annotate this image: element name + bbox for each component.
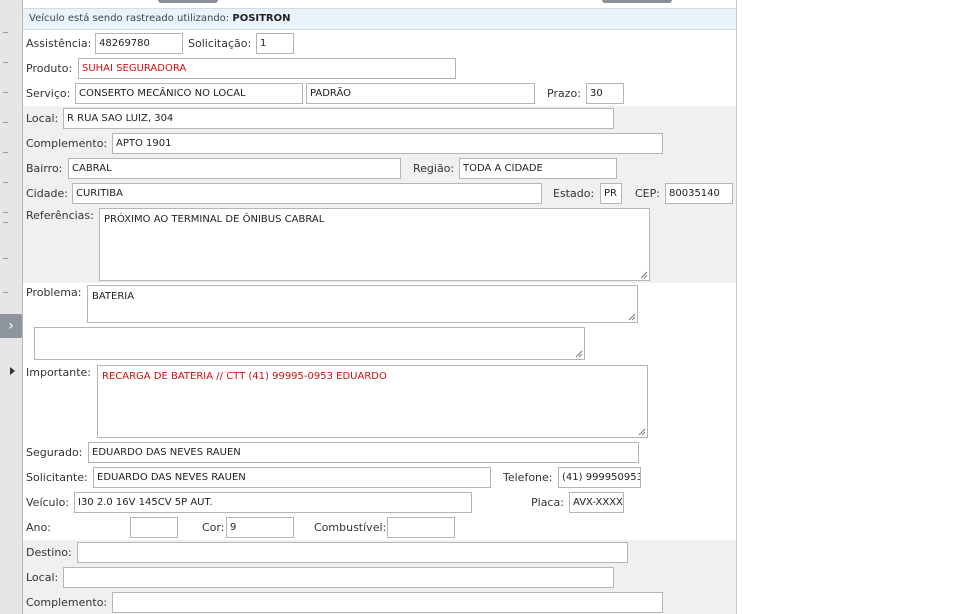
referencias-text: PRÓXIMO AO TERMINAL DE ÔNIBUS CABRAL xyxy=(104,214,325,225)
servico-label: Serviço: xyxy=(26,87,71,100)
servico-tipo-field[interactable]: PADRÃO xyxy=(306,83,535,104)
resize-grip-icon[interactable] xyxy=(638,428,646,436)
veiculo-field[interactable]: I30 2.0 16V 145CV 5P AUT. xyxy=(74,492,472,513)
solicitacao-field[interactable]: 1 xyxy=(256,33,294,54)
servico-field[interactable]: CONSERTO MECÂNICO NO LOCAL xyxy=(75,83,303,104)
referencias-label: Referências: xyxy=(26,209,94,222)
assistencia-field[interactable]: 48269780 xyxy=(95,33,183,54)
problema-extra-textarea[interactable] xyxy=(34,327,585,360)
estado-field[interactable]: PR xyxy=(600,183,622,204)
destino-local-label: Local: xyxy=(26,571,59,584)
segurado-field[interactable]: EDUARDO DAS NEVES RAUEN xyxy=(88,442,639,463)
importante-text: RECARGA DE BATERIA // CTT (41) 99995-095… xyxy=(102,371,387,382)
cep-field[interactable]: 80035140 xyxy=(665,183,733,204)
gutter-tick xyxy=(3,222,8,223)
prazo-label: Prazo: xyxy=(547,87,581,100)
cep-label: CEP: xyxy=(635,187,660,200)
produto-field[interactable]: SUHAI SEGURADORA xyxy=(78,58,456,79)
placa-field[interactable]: AVX-XXXX xyxy=(569,492,624,513)
cidade-field[interactable]: CURITIBA xyxy=(72,183,542,204)
segurado-label: Segurado: xyxy=(26,446,83,459)
referencias-textarea[interactable]: PRÓXIMO AO TERMINAL DE ÔNIBUS CABRAL xyxy=(99,208,650,281)
gutter-tick xyxy=(3,212,8,213)
top-button-stub-left[interactable] xyxy=(158,0,218,3)
gutter-tick xyxy=(3,292,8,293)
tracking-info-bar: Veículo está sendo rastreado utilizando:… xyxy=(23,8,736,30)
destino-label: Destino: xyxy=(26,546,72,559)
triangle-right-icon xyxy=(10,367,15,375)
regiao-field[interactable]: TODA A CIDADE xyxy=(459,158,617,179)
gutter-tick xyxy=(3,258,8,259)
gutter-tick xyxy=(3,122,8,123)
left-gutter xyxy=(0,0,23,614)
cidade-label: Cidade: xyxy=(26,187,68,200)
resize-grip-icon[interactable] xyxy=(640,271,648,279)
local-field[interactable]: R RUA SAO LUIZ, 304 xyxy=(63,108,614,129)
telefone-field[interactable]: (41) 999950953 xyxy=(558,467,641,488)
gutter-tick xyxy=(3,62,8,63)
solicitante-field[interactable]: EDUARDO DAS NEVES RAUEN xyxy=(93,467,491,488)
problema-label: Problema: xyxy=(26,286,82,299)
assistencia-label: Assistência: xyxy=(26,37,92,50)
complemento-field[interactable]: APTO 1901 xyxy=(112,133,663,154)
tracking-prefix: Veículo está sendo rastreado utilizando: xyxy=(29,13,230,24)
tracking-provider: POSITRON xyxy=(232,13,291,24)
expand-panel-button[interactable]: › xyxy=(0,314,22,338)
estado-label: Estado: xyxy=(553,187,595,200)
destino-local-field[interactable] xyxy=(63,567,614,588)
placa-label: Placa: xyxy=(531,496,564,509)
local-label: Local: xyxy=(26,112,59,125)
bairro-label: Bairro: xyxy=(26,162,63,175)
problema-text: BATERIA xyxy=(92,291,135,302)
importante-label: Importante: xyxy=(26,366,92,379)
ano-field[interactable] xyxy=(130,517,178,538)
gutter-tick xyxy=(3,92,8,93)
destino-field[interactable] xyxy=(77,542,628,563)
combustivel-field[interactable] xyxy=(387,517,455,538)
solicitante-label: Solicitante: xyxy=(26,471,88,484)
destino-complemento-label: Complemento: xyxy=(26,596,108,609)
problema-textarea[interactable]: BATERIA xyxy=(87,285,638,323)
produto-label: Produto: xyxy=(26,62,73,75)
top-button-stub-right[interactable] xyxy=(602,0,672,3)
prazo-field[interactable]: 30 xyxy=(586,83,624,104)
telefone-label: Telefone: xyxy=(503,471,553,484)
cor-field[interactable]: 9 xyxy=(226,517,294,538)
resize-grip-icon[interactable] xyxy=(628,313,636,321)
importante-textarea[interactable]: RECARGA DE BATERIA // CTT (41) 99995-095… xyxy=(97,365,648,438)
chevron-right-icon: › xyxy=(8,318,14,334)
gutter-tick xyxy=(3,32,8,33)
ano-label: Ano: xyxy=(26,521,51,534)
combustivel-label: Combustível: xyxy=(314,521,387,534)
gutter-tick xyxy=(3,152,8,153)
destino-complemento-field[interactable] xyxy=(112,592,663,613)
regiao-label: Região: xyxy=(413,162,455,175)
bairro-field[interactable]: CABRAL xyxy=(68,158,401,179)
resize-grip-icon[interactable] xyxy=(575,350,583,358)
veiculo-label: Veículo: xyxy=(26,496,70,509)
complemento-label: Complemento: xyxy=(26,137,108,150)
solicitacao-label: Solicitação: xyxy=(188,37,252,50)
cor-label: Cor: xyxy=(202,521,225,534)
gutter-tick xyxy=(3,182,8,183)
